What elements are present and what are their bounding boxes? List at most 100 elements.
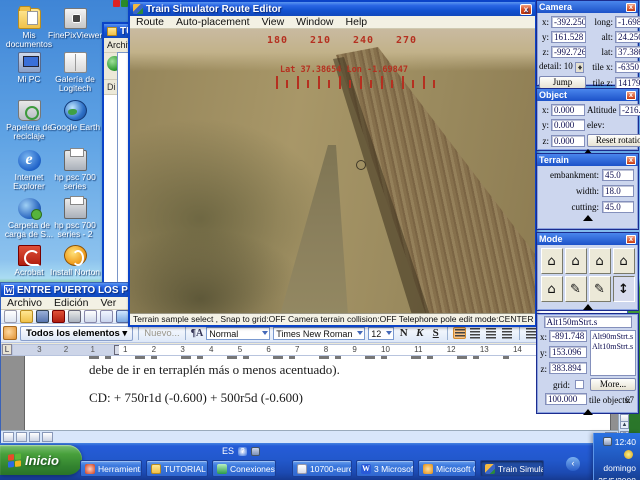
align-left-button[interactable] xyxy=(453,327,466,339)
language-indicator[interactable]: ES xyxy=(222,446,234,456)
taskbar-button-tutorial[interactable]: TUTORIAL xyxy=(146,460,208,477)
camera-long-field[interactable]: -1.69847 xyxy=(615,16,640,28)
collapse-arrow-icon[interactable] xyxy=(583,215,593,221)
tab-selector[interactable]: L xyxy=(2,344,12,355)
grid-checkbox[interactable] xyxy=(575,380,584,389)
save-icon[interactable] xyxy=(36,310,49,323)
horizontal-ruler[interactable]: L 3 2 1 1 2 3 4 5 6 7 8 9 10 11 12 13 14 xyxy=(1,344,618,356)
slope-edit-tool-icon[interactable]: ✎ xyxy=(565,276,587,302)
taskbar-button-10700-euro[interactable]: 10700-euro... xyxy=(292,460,352,477)
sample-slope-tool-icon[interactable]: ✎ xyxy=(589,276,611,302)
close-button[interactable]: x xyxy=(520,4,532,15)
network-tray-icon[interactable] xyxy=(603,437,612,446)
italic-button[interactable]: K xyxy=(413,327,426,339)
desktop-icon-install-norton[interactable]: Install Norton xyxy=(48,245,102,277)
place-object-tool-icon[interactable]: ⌂ xyxy=(541,248,563,274)
style-combo[interactable]: Normal xyxy=(206,327,270,340)
taskbar-button-train-simulator[interactable]: Train Simula... xyxy=(480,460,544,477)
placement-y-field[interactable]: 153.096 xyxy=(549,346,587,358)
pdf-export-icon[interactable] xyxy=(52,310,65,323)
reset-rotation-button[interactable]: Reset rotation xyxy=(587,134,640,147)
menu-route[interactable]: Route xyxy=(136,16,164,28)
mode-panel-titlebar[interactable]: Mode x xyxy=(537,233,638,245)
document-page[interactable]: debe de ir en terraplén más o menos acen… xyxy=(25,356,610,430)
print-view-button[interactable] xyxy=(29,432,40,442)
collapse-arrow-icon[interactable] xyxy=(583,304,593,310)
document-area[interactable]: debe de ir en terraplén más o menos acen… xyxy=(1,356,618,430)
desktop-icon-google-earth[interactable]: Google Earth xyxy=(48,100,102,132)
simulator-titlebar[interactable]: Train Simulator Route Editor x xyxy=(130,2,535,16)
font-size-combo[interactable]: 12 xyxy=(368,327,394,340)
camera-x-field[interactable]: -392.250 xyxy=(551,16,586,28)
font-combo[interactable]: Times New Roman xyxy=(273,327,365,340)
previous-page-button[interactable]: ▲ xyxy=(620,421,629,429)
detail-spinner[interactable] xyxy=(575,62,584,73)
object-file-listbox[interactable]: Alt90mStrt.s Alt10mStrt.s xyxy=(590,330,636,376)
close-icon[interactable]: x xyxy=(626,3,636,12)
desktop-icon-galeria-logitech[interactable]: Galería de Logitech xyxy=(48,52,102,93)
raise-object-tool-icon[interactable]: ⌂ xyxy=(613,248,635,274)
vertical-move-tool-icon[interactable]: ↕ xyxy=(613,276,635,302)
camera-y-field[interactable]: 161.528 xyxy=(551,31,586,43)
list-item[interactable]: Alt90mStrt.s xyxy=(592,332,634,342)
language-bar-options-icon[interactable] xyxy=(251,447,260,456)
align-center-button[interactable] xyxy=(469,327,482,339)
help-icon[interactable]: ? xyxy=(238,447,247,456)
cutting-field[interactable]: 45.0 xyxy=(602,201,634,213)
language-bar[interactable]: ES ? xyxy=(222,446,260,456)
collapse-arrow-icon[interactable] xyxy=(583,409,593,415)
spelling-icon[interactable] xyxy=(100,310,113,323)
menu-archivo[interactable]: Archivo xyxy=(7,297,42,309)
open-icon[interactable] xyxy=(20,310,33,323)
rotate-object-tool-icon[interactable]: ⌂ xyxy=(589,248,611,274)
new-document-icon[interactable] xyxy=(4,310,17,323)
align-justify-button[interactable] xyxy=(501,327,514,339)
print-icon[interactable] xyxy=(68,310,81,323)
desktop-icon-hp-psc-2[interactable]: hp psc 700 series - 2 xyxy=(48,198,102,239)
mail-merge-icon[interactable] xyxy=(3,326,17,340)
move-object-tool-icon[interactable]: ⌂ xyxy=(565,248,587,274)
object-y-field[interactable]: 0.000 xyxy=(551,119,585,131)
horizontal-scrollbar[interactable]: ▶ xyxy=(1,430,618,443)
more-button[interactable]: More... xyxy=(590,378,636,391)
object-info-tool-icon[interactable]: ⌂ xyxy=(541,276,563,302)
show-all-elements-button[interactable]: Todos los elementos ▾ xyxy=(20,326,133,341)
norton-tray-icon[interactable] xyxy=(624,450,633,459)
menu-view[interactable]: View xyxy=(262,16,285,28)
camera-panel-titlebar[interactable]: Camera x xyxy=(537,1,638,13)
camera-lat-field[interactable]: 37.3865 xyxy=(615,46,640,58)
align-right-button[interactable] xyxy=(485,327,498,339)
tray-clock[interactable]: 12:40 xyxy=(615,437,636,447)
list-item[interactable]: Alt10mStrt.s xyxy=(592,342,634,352)
close-icon[interactable]: x xyxy=(626,235,636,244)
close-icon[interactable]: x xyxy=(626,156,636,165)
placement-x-field[interactable]: -891.748 xyxy=(549,330,587,342)
object-altitude-field[interactable]: -216.695 xyxy=(619,104,640,116)
terrain-panel-titlebar[interactable]: Terrain x xyxy=(537,154,638,166)
terrain-3d-viewport[interactable]: 180 210 240 270 Lat 37.38654 Lon -1.6984… xyxy=(130,29,535,315)
camera-z-field[interactable]: -992.726 xyxy=(551,46,586,58)
desktop-icon-hp-psc[interactable]: hp psc 700 series xyxy=(48,150,102,191)
menu-ver[interactable]: Ver xyxy=(100,297,116,309)
bold-button[interactable]: N xyxy=(397,327,410,339)
menu-auto-placement[interactable]: Auto-placement xyxy=(176,16,250,28)
web-view-button[interactable] xyxy=(16,432,27,442)
normal-view-button[interactable] xyxy=(3,432,14,442)
camera-tilex-field[interactable]: -6350 xyxy=(615,61,640,73)
camera-alt-field[interactable]: 24.250 xyxy=(615,31,640,43)
close-icon[interactable]: x xyxy=(626,91,636,100)
object-file-field[interactable]: Alt150mStrt.s xyxy=(544,316,632,328)
menu-help[interactable]: Help xyxy=(346,16,368,28)
camera-tilez-field[interactable]: 14179 xyxy=(615,77,640,89)
object-panel-titlebar[interactable]: Object x xyxy=(537,89,638,101)
desktop-icon-finepixviewer[interactable]: FinePixViewer xyxy=(48,8,102,40)
hide-tray-icons-chevron[interactable]: ‹ xyxy=(566,457,580,471)
width-field[interactable]: 18.0 xyxy=(602,185,634,197)
embankment-field[interactable]: 45.0 xyxy=(602,169,634,181)
styles-pane-icon[interactable]: ¶A xyxy=(191,328,204,339)
taskbar-button-outlook[interactable]: Microsoft O... xyxy=(418,460,476,477)
taskbar-button-conexiones[interactable]: Conexiones... xyxy=(212,460,276,477)
print-preview-icon[interactable] xyxy=(84,310,97,323)
underline-button[interactable]: S xyxy=(429,327,442,339)
object-z-field[interactable]: 0.000 xyxy=(551,135,585,147)
